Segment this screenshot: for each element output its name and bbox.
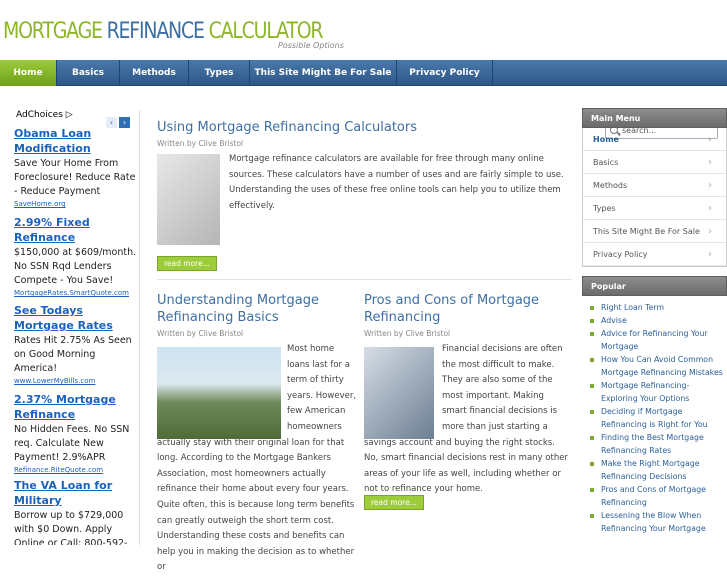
menu-item-home[interactable]: Home bbox=[583, 128, 726, 151]
post-byline: Written by Clive Bristol bbox=[364, 329, 451, 338]
nav-site-for-sale[interactable]: This Site Might Be For Sale bbox=[250, 60, 397, 86]
ad-item: The VA Loan for Military Borrow up to $7… bbox=[14, 478, 138, 545]
ad-url[interactable]: www.LowerMyBills.com bbox=[14, 376, 138, 386]
popular-heading: Popular bbox=[582, 276, 727, 296]
ad-item: See Todays Mortgage Rates Rates Hit 2.75… bbox=[14, 303, 138, 386]
right-sidebar: Main Menu Home Basics Methods Types This… bbox=[582, 108, 727, 545]
main-menu-heading: Main Menu bbox=[582, 108, 727, 128]
ad-body: Borrow up to $729,000 with $0 Down. Appl… bbox=[14, 510, 128, 545]
ad-item: 2.37% Mortgage Refinance No Hidden Fees.… bbox=[14, 392, 138, 475]
ad-column: AdChoices ▷ ‹ › Obama Loan Modification S… bbox=[0, 110, 140, 545]
ad-url[interactable]: Refinance.RiteQuote.com bbox=[14, 465, 138, 475]
popular-link[interactable]: Advise bbox=[582, 314, 725, 327]
read-more-button[interactable]: read more... bbox=[157, 256, 217, 271]
ad-title[interactable]: The VA Loan for Military bbox=[14, 478, 138, 508]
popular-list: Right Loan Term Advise Advice for Refina… bbox=[582, 296, 727, 535]
popular-link[interactable]: Mortgage Refinancing- Exploring Your Opt… bbox=[582, 379, 725, 405]
adchoices-label[interactable]: AdChoices ▷ bbox=[16, 110, 73, 120]
site-tagline: Possible Options bbox=[278, 41, 344, 50]
menu-item-types[interactable]: Types bbox=[583, 197, 726, 220]
post-card: Pros and Cons of Mortgage Refinancing Wr… bbox=[364, 292, 570, 510]
nav-privacy-policy[interactable]: Privacy Policy bbox=[397, 60, 493, 86]
ad-title[interactable]: See Todays Mortgage Rates bbox=[14, 303, 138, 333]
ad-body: Rates Hit 2.75% As Seen on Good Morning … bbox=[14, 335, 132, 374]
calculator-image bbox=[157, 154, 220, 245]
nav-types[interactable]: Types bbox=[189, 60, 250, 86]
site-header: MORTGAGE REFINANCE CALCULATOR Possible O… bbox=[0, 0, 727, 60]
ad-title[interactable]: 2.99% Fixed Refinance bbox=[14, 215, 138, 245]
ad-body: Save Your Home From Foreclosure! Reduce … bbox=[14, 158, 136, 197]
house-image bbox=[157, 347, 281, 439]
post-byline: Written by Clive Bristol bbox=[157, 139, 244, 148]
ad-body: $150,000 at $609/month. No SSN Rqd Lende… bbox=[14, 247, 137, 286]
post-title[interactable]: Understanding Mortgage Refinancing Basic… bbox=[157, 292, 357, 326]
post-title[interactable]: Pros and Cons of Mortgage Refinancing bbox=[364, 292, 570, 326]
divider bbox=[157, 279, 572, 280]
popular-link[interactable]: Finding the Best Mortgage Refinancing Ra… bbox=[582, 431, 725, 457]
post-excerpt: Mortgage refinance calculators are avail… bbox=[229, 154, 564, 211]
ad-url[interactable]: SaveHome.org bbox=[14, 199, 138, 209]
ad-body: No Hidden Fees. No SSN req. Calculate Ne… bbox=[14, 424, 130, 463]
popular-link[interactable]: Make the Right Mortgage Refinancing Deci… bbox=[582, 457, 725, 483]
read-more-button[interactable]: read more... bbox=[364, 495, 424, 510]
adchoices-icon: ▷ bbox=[65, 110, 73, 120]
main-navigation: Home Basics Methods Types This Site Migh… bbox=[0, 60, 727, 139]
nav-methods[interactable]: Methods bbox=[120, 60, 189, 86]
ad-title[interactable]: 2.37% Mortgage Refinance bbox=[14, 392, 138, 422]
ad-url[interactable]: MortgageRates.SmartQuote.com bbox=[14, 288, 138, 298]
ad-item: Obama Loan Modification Save Your Home F… bbox=[14, 126, 138, 209]
popular-link[interactable]: Lessening the Blow When Refinancing Your… bbox=[582, 509, 725, 535]
nav-home[interactable]: Home bbox=[0, 60, 57, 86]
post-title[interactable]: Using Mortgage Refinancing Calculators bbox=[157, 119, 417, 136]
post-card: Understanding Mortgage Refinancing Basic… bbox=[157, 292, 357, 576]
popular-link[interactable]: Pros and Cons of Mortgage Refinancing bbox=[582, 483, 725, 509]
house-keys-image bbox=[364, 347, 434, 439]
ad-item: 2.99% Fixed Refinance $150,000 at $609/m… bbox=[14, 215, 138, 298]
main-menu: Home Basics Methods Types This Site Migh… bbox=[582, 128, 727, 267]
popular-link[interactable]: Deciding if Mortgage Refinancing is Righ… bbox=[582, 405, 725, 431]
logo-word-refinance: REFINANCE bbox=[106, 19, 205, 44]
menu-item-privacy-policy[interactable]: Privacy Policy bbox=[583, 243, 726, 266]
menu-item-basics[interactable]: Basics bbox=[583, 151, 726, 174]
popular-link[interactable]: Right Loan Term bbox=[582, 301, 725, 314]
ad-title[interactable]: Obama Loan Modification bbox=[14, 126, 138, 156]
menu-item-methods[interactable]: Methods bbox=[583, 174, 726, 197]
menu-item-site-for-sale[interactable]: This Site Might Be For Sale bbox=[583, 220, 726, 243]
post-byline: Written by Clive Bristol bbox=[157, 329, 244, 338]
popular-link[interactable]: How You Can Avoid Common Mortgage Refina… bbox=[582, 353, 725, 379]
popular-link[interactable]: Advice for Refinancing Your Mortgage bbox=[582, 327, 725, 353]
logo-word-mortgage: MORTGAGE bbox=[3, 19, 103, 44]
site-logo[interactable]: MORTGAGE REFINANCE CALCULATOR bbox=[3, 19, 324, 44]
nav-basics[interactable]: Basics bbox=[57, 60, 120, 86]
